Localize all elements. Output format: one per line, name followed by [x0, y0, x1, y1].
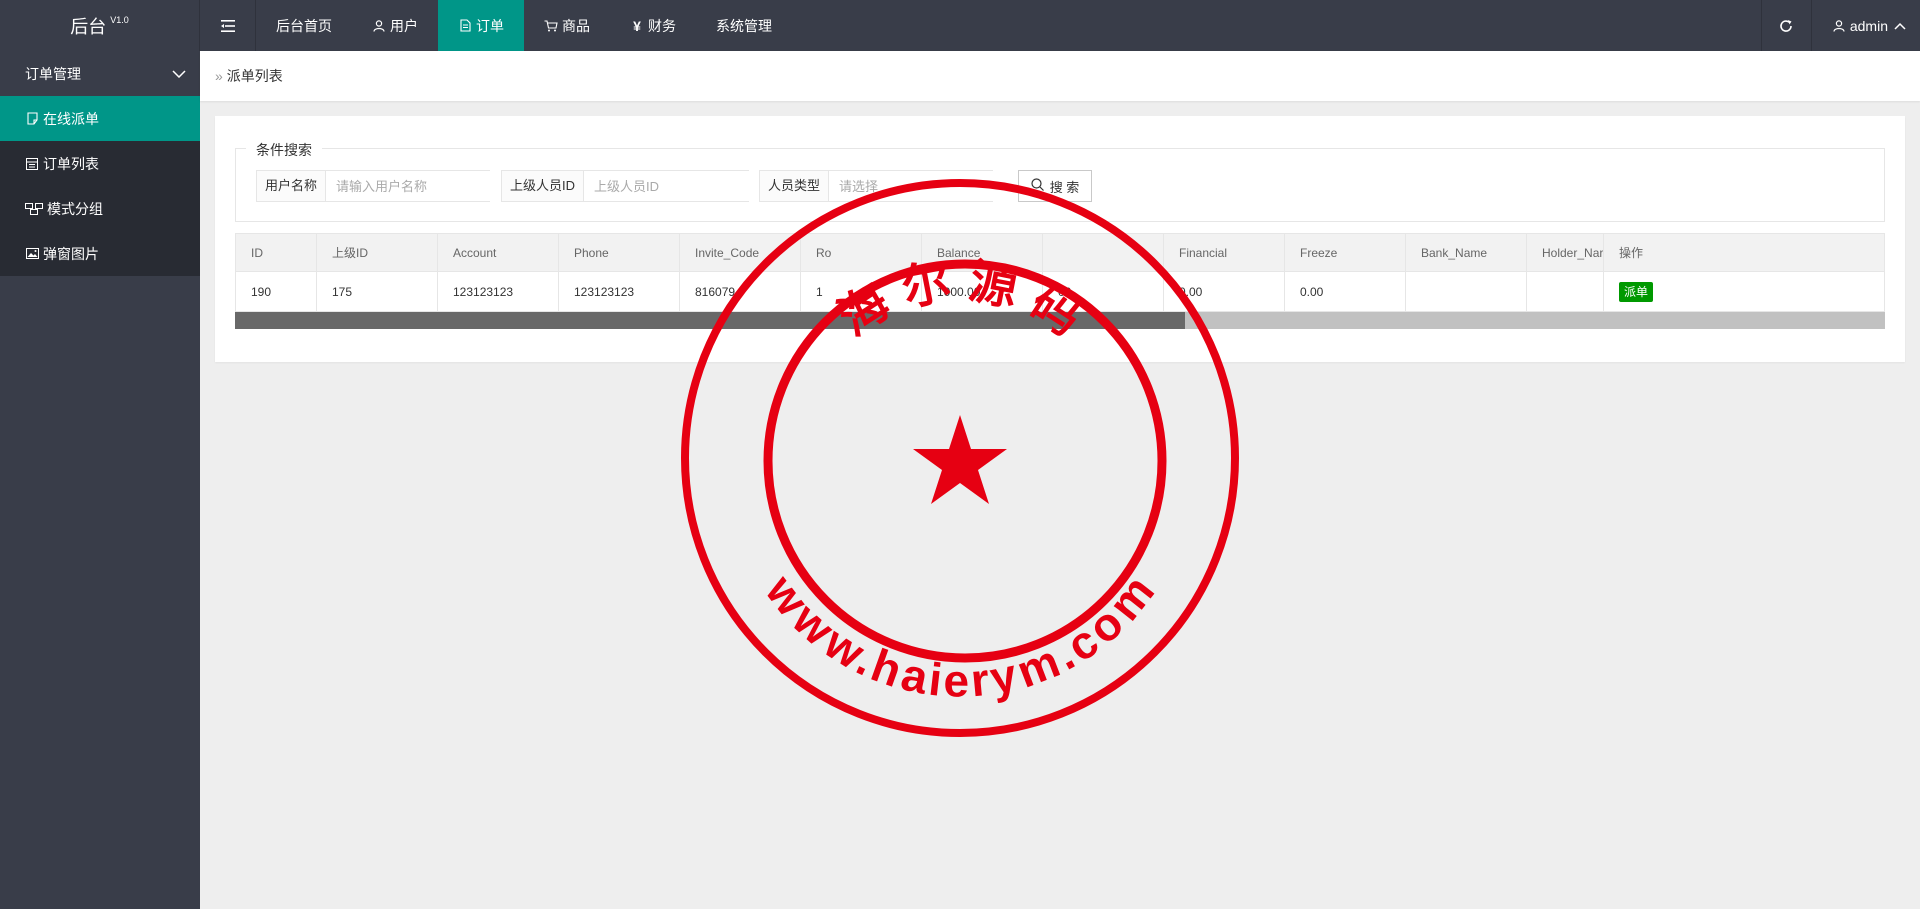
- user-menu[interactable]: admin: [1810, 0, 1920, 51]
- table-cell: 123123123: [559, 272, 680, 311]
- horizontal-scrollbar[interactable]: [235, 312, 1885, 329]
- yen-icon: ¥: [633, 17, 641, 34]
- top-header: 后台 V1.0 后台首页 用户 订单 商品 ¥ 财务 系统管理 admin: [0, 0, 1920, 51]
- table-cell: 175: [317, 272, 438, 311]
- search-fieldset: 条件搜索 用户名称 上级人员ID 人员类型 搜 索: [235, 140, 1885, 222]
- table-cell: 00: [1043, 272, 1164, 311]
- breadcrumb: » 派单列表: [200, 51, 1920, 101]
- nav-item-system[interactable]: 系统管理: [696, 0, 792, 51]
- user-type-select[interactable]: [829, 171, 1000, 201]
- image-icon: [25, 248, 39, 259]
- sidebar-item-label: 弹窗图片: [43, 245, 99, 262]
- table-cell: 1000.00: [922, 272, 1043, 311]
- sidebar: 订单管理 在线派单 订单列表 模式分组 弹窗图片: [0, 51, 200, 909]
- nav-item-orders[interactable]: 订单: [438, 0, 524, 51]
- table-cell: 190: [236, 272, 317, 311]
- refresh-button[interactable]: [1760, 0, 1811, 51]
- star-icon: [913, 415, 1007, 504]
- nav-home-label: 后台首页: [276, 17, 332, 34]
- column-header: 上级ID: [317, 234, 438, 271]
- top-nav: 后台首页 用户 订单 商品 ¥ 财务 系统管理: [200, 0, 792, 51]
- top-nav-right: admin: [1760, 0, 1920, 51]
- sidebar-group-orders[interactable]: 订单管理: [0, 51, 200, 96]
- list-icon: [25, 157, 39, 170]
- dispatch-button[interactable]: 派单: [1619, 281, 1654, 302]
- username-field-group: 用户名称: [256, 170, 497, 202]
- table-cell: 0.00: [1285, 272, 1406, 311]
- column-header: Holder_Nar: [1527, 234, 1604, 271]
- table-cell-actions: 派单: [1604, 272, 1884, 311]
- parent-id-input[interactable]: [584, 171, 755, 201]
- logo[interactable]: 后台 V1.0: [0, 0, 200, 51]
- column-header: Financial: [1164, 234, 1285, 271]
- document-icon: [458, 19, 472, 32]
- chevron-down-icon: [172, 69, 186, 78]
- refresh-icon: [1780, 19, 1793, 32]
- username-input[interactable]: [326, 171, 497, 201]
- column-header: [1043, 234, 1164, 271]
- parent-id-field-group: 上级人员ID: [501, 170, 755, 202]
- column-header: Phone: [559, 234, 680, 271]
- note-icon: [25, 112, 39, 125]
- cart-icon: [544, 19, 558, 32]
- nav-item-users[interactable]: 用户: [352, 0, 438, 51]
- group-icon: [25, 202, 43, 215]
- table-cell: 1: [801, 272, 922, 311]
- table-cell: [1527, 272, 1604, 311]
- column-header: 操作: [1619, 246, 1644, 260]
- column-header: Balance: [922, 234, 1043, 271]
- nav-orders-label: 订单: [476, 17, 504, 34]
- user-icon: [1832, 19, 1846, 32]
- column-header: Bank_Name: [1406, 234, 1527, 271]
- table-cell: [1406, 272, 1527, 311]
- table-cell: 816079: [680, 272, 801, 311]
- logo-version: V1.0: [110, 14, 129, 25]
- table-header: ID 上级ID Account Phone Invite_Code Ro Bal…: [235, 233, 1885, 272]
- sidebar-item-label: 模式分组: [47, 200, 103, 217]
- sidebar-item-label: 在线派单: [43, 110, 99, 127]
- column-header: Invite_Code: [680, 234, 801, 271]
- column-header: Ro: [801, 234, 922, 271]
- nav-item-finance[interactable]: ¥ 财务: [610, 0, 696, 51]
- nav-item-products[interactable]: 商品: [524, 0, 610, 51]
- user-type-field-group: 人员类型: [759, 170, 1000, 202]
- double-chevron-right-icon: »: [215, 68, 223, 84]
- search-legend: 条件搜索: [246, 140, 322, 160]
- username-label: 用户名称: [257, 171, 327, 201]
- user-name: admin: [1849, 17, 1888, 34]
- search-icon: [1031, 178, 1044, 194]
- parent-id-label: 上级人员ID: [502, 171, 585, 201]
- user-icon: [372, 19, 386, 32]
- content-card: 条件搜索 用户名称 上级人员ID 人员类型 搜 索 ID 上级ID Accoun…: [215, 116, 1905, 362]
- table-cell: 0.00: [1164, 272, 1285, 311]
- sidebar-item-popup-image[interactable]: 弹窗图片: [0, 231, 200, 276]
- nav-finance-label: 财务: [648, 17, 676, 34]
- menu-toggle-icon: [220, 19, 235, 32]
- chevron-up-icon: [1894, 22, 1906, 30]
- search-button-label: 搜 索: [1049, 179, 1080, 195]
- sidebar-item-label: 订单列表: [43, 155, 99, 172]
- sidebar-submenu: 在线派单 订单列表 模式分组 弹窗图片: [0, 96, 200, 276]
- logo-text: 后台: [70, 16, 107, 37]
- stamp-bottom-text: www.haierym.com: [755, 565, 1164, 707]
- nav-users-label: 用户: [390, 17, 418, 34]
- table-row: 190 175 123123123 123123123 816079 1 100…: [235, 272, 1885, 312]
- dispatch-table: ID 上级ID Account Phone Invite_Code Ro Bal…: [235, 233, 1885, 329]
- sidebar-item-online-dispatch[interactable]: 在线派单: [0, 96, 200, 141]
- scrollbar-thumb[interactable]: [235, 312, 1185, 329]
- column-header: Freeze: [1285, 234, 1406, 271]
- column-header: Account: [438, 234, 559, 271]
- breadcrumb-current: 派单列表: [226, 68, 283, 84]
- sidebar-group-label: 订单管理: [25, 65, 81, 82]
- nav-system-label: 系统管理: [716, 17, 772, 34]
- nav-products-label: 商品: [562, 17, 590, 34]
- table-cell: 123123123: [438, 272, 559, 311]
- user-type-label: 人员类型: [760, 171, 830, 201]
- nav-item-home[interactable]: 后台首页: [256, 0, 352, 51]
- sidebar-item-mode-group[interactable]: 模式分组: [0, 186, 200, 231]
- sidebar-item-order-list[interactable]: 订单列表: [0, 141, 200, 186]
- column-header: ID: [236, 234, 317, 271]
- sidebar-toggle-button[interactable]: [200, 0, 256, 51]
- search-button[interactable]: 搜 索: [1018, 170, 1092, 202]
